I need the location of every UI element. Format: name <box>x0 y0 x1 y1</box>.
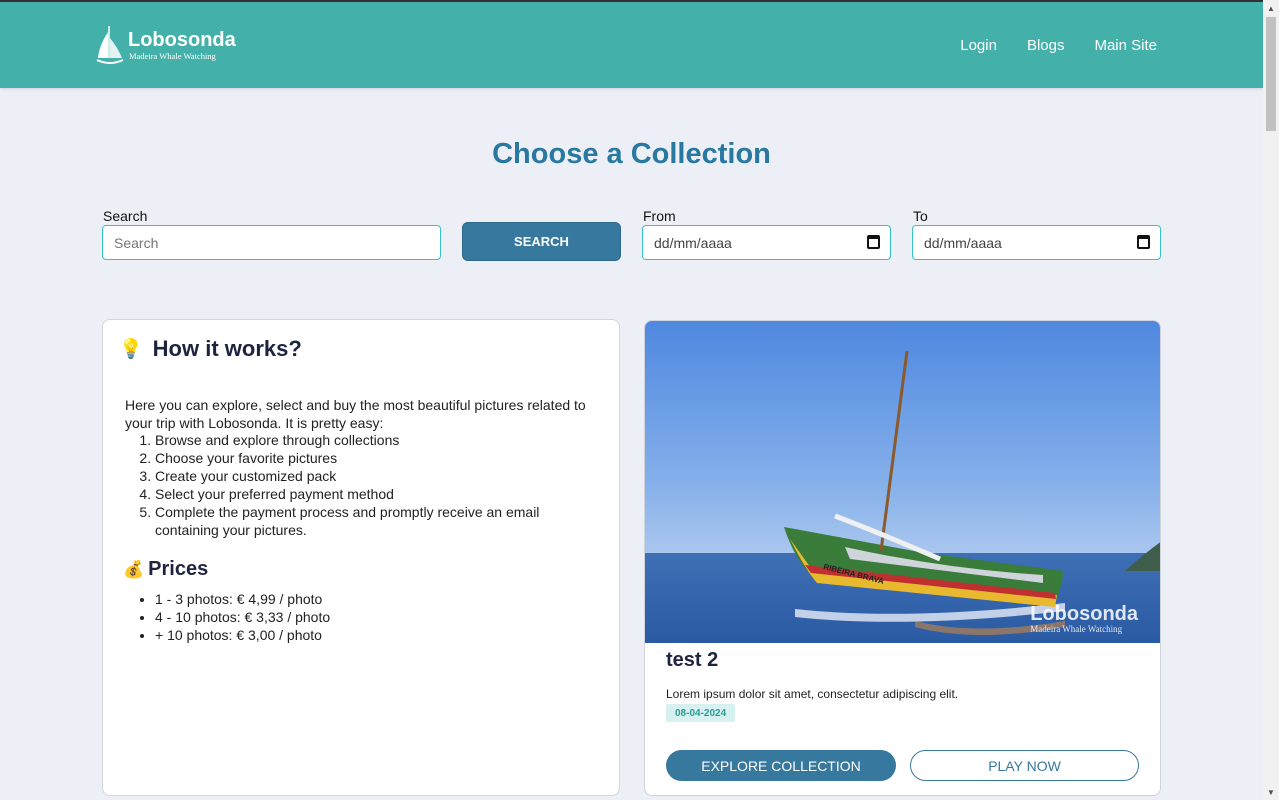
steps-list: Browse and explore through collections C… <box>125 431 605 539</box>
site-header: Lobosonda Madeira Whale Watching Login B… <box>0 2 1263 88</box>
how-it-works-card: 💡 How it works? Here you can explore, se… <box>102 319 620 796</box>
step-item: Browse and explore through collections <box>155 431 605 449</box>
price-item: 1 - 3 photos: € 4,99 / photo <box>155 590 330 608</box>
explore-collection-button[interactable]: EXPLORE COLLECTION <box>666 750 896 781</box>
search-button[interactable]: SEARCH <box>462 222 621 261</box>
nav-main-site-link[interactable]: Main Site <box>1094 37 1157 54</box>
step-item: Select your preferred payment method <box>155 485 605 503</box>
from-date-label: From <box>643 208 676 224</box>
to-date-input[interactable]: dd/mm/aaaa <box>912 225 1161 260</box>
scrollbar-thumb[interactable] <box>1266 17 1276 131</box>
step-item: Choose your favorite pictures <box>155 449 605 467</box>
step-item: Create your customized pack <box>155 467 605 485</box>
how-it-works-heading: How it works? <box>152 336 302 361</box>
from-date-input[interactable]: dd/mm/aaaa <box>642 225 891 260</box>
page-scrollbar[interactable]: ▲ ▼ <box>1263 0 1279 800</box>
sailboat-logo-icon <box>96 26 124 64</box>
brand-logo[interactable]: Lobosonda Madeira Whale Watching <box>96 24 236 66</box>
step-item: Complete the payment process and promptl… <box>155 503 605 539</box>
scroll-down-arrow-icon[interactable]: ▼ <box>1263 784 1279 800</box>
prices-list: 1 - 3 photos: € 4,99 / photo 4 - 10 phot… <box>125 590 330 644</box>
price-item: 4 - 10 photos: € 3,33 / photo <box>155 608 330 626</box>
search-label: Search <box>103 208 148 224</box>
photo-watermark: Lobosonda Madeira Whale Watching <box>1030 604 1138 634</box>
calendar-icon[interactable] <box>1137 235 1150 249</box>
collection-date-badge: 08-04-2024 <box>666 704 736 722</box>
main-nav: Login Blogs Main Site <box>930 37 1157 54</box>
collection-title: test 2 <box>666 649 719 671</box>
from-date-value: dd/mm/aaaa <box>654 234 732 251</box>
money-bag-icon: 💰 <box>123 559 145 579</box>
to-date-label: To <box>913 208 928 224</box>
watermark-tagline: Madeira Whale Watching <box>1030 624 1123 634</box>
page-title: Choose a Collection <box>492 138 771 170</box>
how-it-works-intro: Here you can explore, select and buy the… <box>125 397 586 431</box>
collection-cover-photo[interactable]: RIBEIRA BRAVA <box>645 321 1161 643</box>
calendar-icon[interactable] <box>867 235 880 249</box>
prices-heading: Prices <box>148 558 209 580</box>
to-date-value: dd/mm/aaaa <box>924 234 1002 251</box>
price-item: + 10 photos: € 3,00 / photo <box>155 626 330 644</box>
brand-tagline: Madeira Whale Watching <box>129 51 216 61</box>
nav-blogs-link[interactable]: Blogs <box>1027 37 1065 54</box>
brand-name: Lobosonda <box>128 29 236 51</box>
watermark-name: Lobosonda <box>1030 603 1138 625</box>
lightbulb-icon: 💡 <box>119 339 143 360</box>
play-now-button[interactable]: PLAY NOW <box>910 750 1139 781</box>
scroll-up-arrow-icon[interactable]: ▲ <box>1263 0 1279 16</box>
collection-card: RIBEIRA BRAVA Lobosonda Madeira Whale Wa… <box>644 320 1161 796</box>
search-input[interactable]: Search <box>102 225 441 260</box>
nav-login-link[interactable]: Login <box>960 37 997 54</box>
collection-description: Lorem ipsum dolor sit amet, consectetur … <box>666 687 959 701</box>
